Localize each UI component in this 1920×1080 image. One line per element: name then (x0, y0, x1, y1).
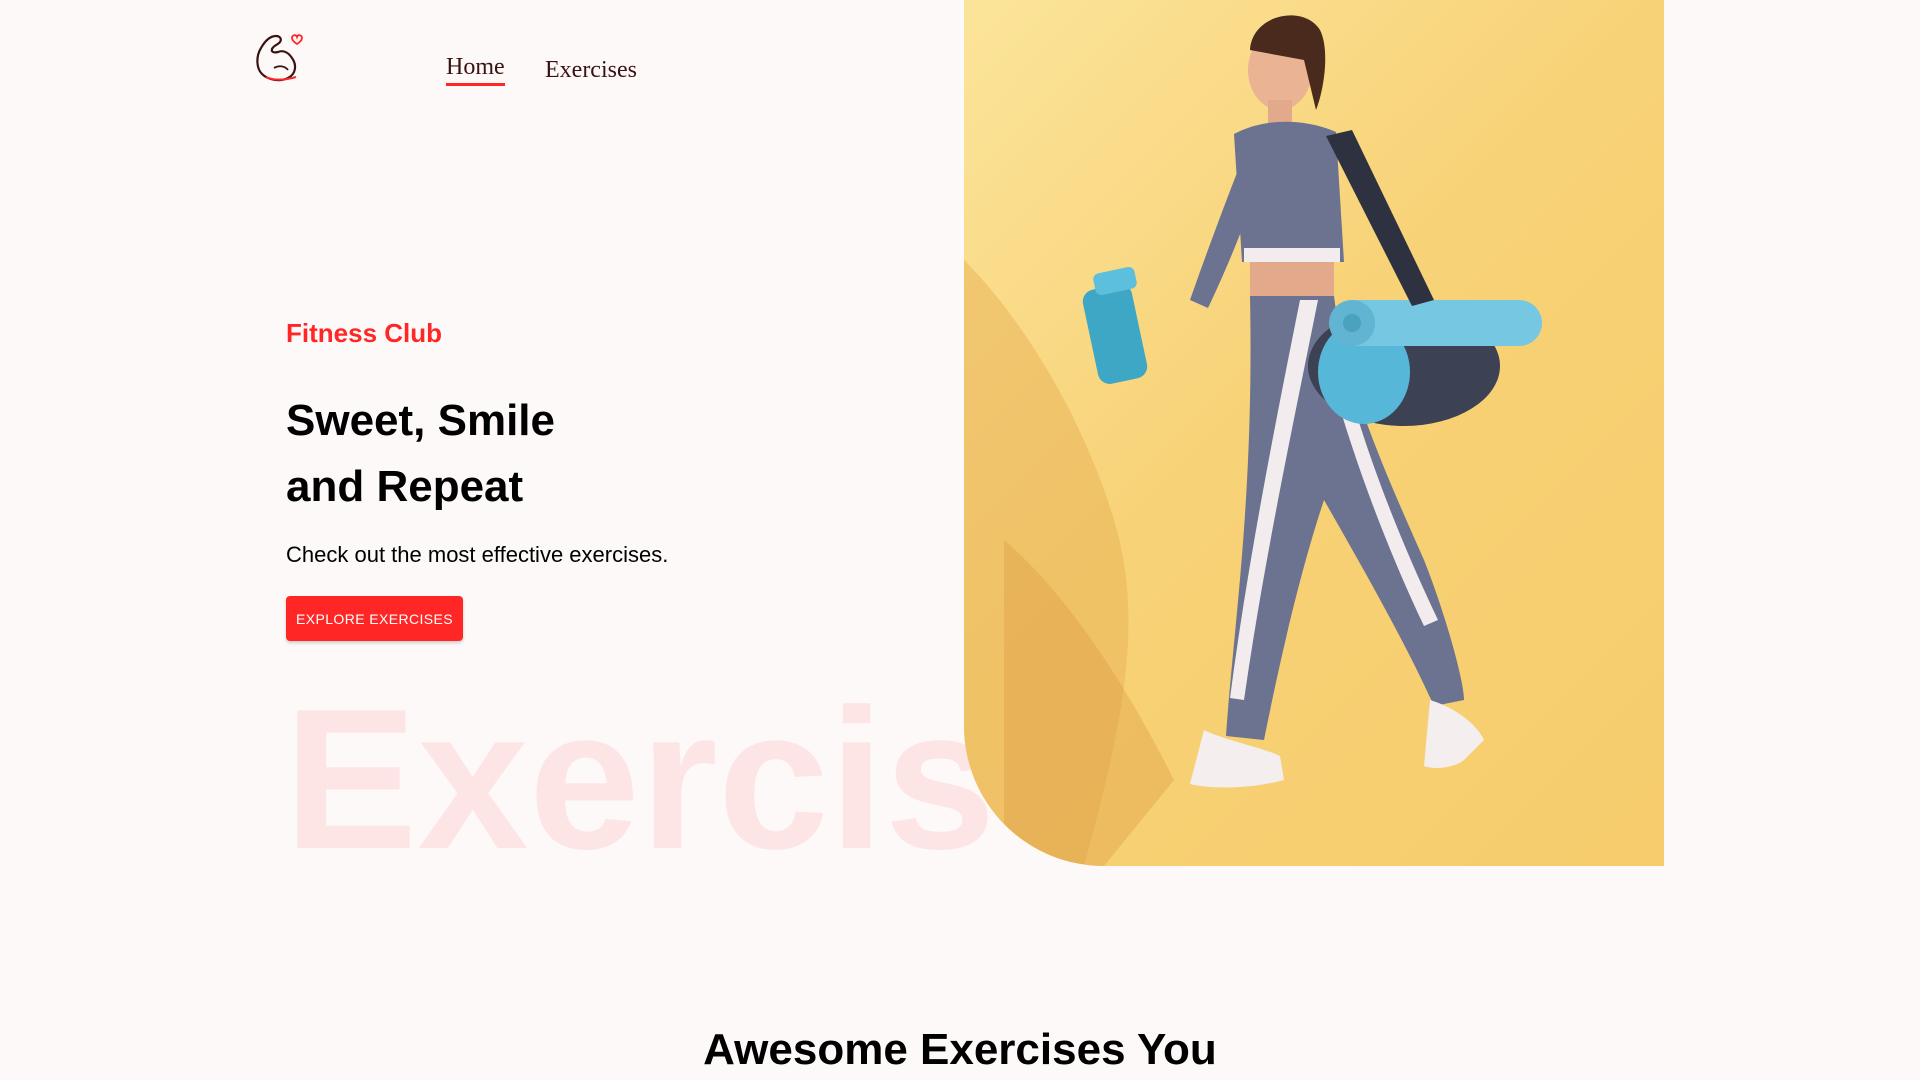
hero-banner-image (964, 0, 1664, 866)
nav-link-exercises[interactable]: Exercises (545, 57, 637, 84)
hero-title-line-1: Sweet, Smile (286, 396, 556, 445)
nav-link-home[interactable]: Home (446, 54, 505, 86)
hero-watermark-text: Exercis (284, 668, 996, 891)
section-title: Awesome Exercises You (703, 1025, 1217, 1074)
explore-exercises-button[interactable]: EXPLORE EXERCISES (286, 596, 463, 641)
hero-subtitle: Check out the most effective exercises. (286, 542, 669, 567)
hero-title: Sweet, Smile and Repeat (286, 388, 555, 520)
hero-title-line-2: and Repeat (286, 462, 524, 511)
navbar: Home Exercises (0, 0, 960, 110)
hero-tagline: Fitness Club (286, 318, 443, 348)
logo-icon[interactable] (252, 28, 306, 84)
